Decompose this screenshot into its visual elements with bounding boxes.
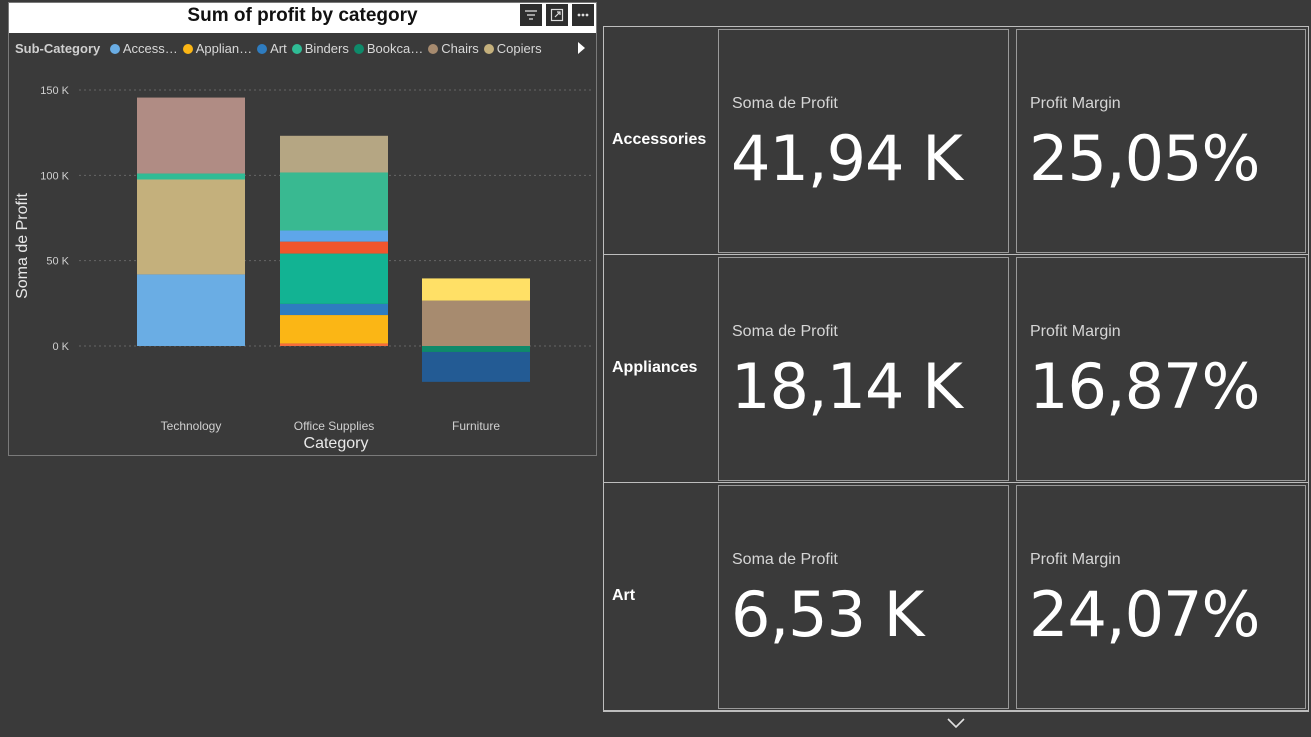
row-label: Appliances — [612, 359, 698, 376]
chart-legend: Sub-Category Access… Applian… Art Binders Bo… — [15, 41, 590, 61]
bar-segment — [137, 97, 245, 174]
x-tick-label: Technology — [161, 419, 222, 433]
y-tick-label: 150 K — [40, 85, 69, 97]
legend-item[interactable]: Chairs — [428, 41, 479, 56]
metric-label: Soma de Profit — [732, 323, 838, 340]
metric-cell-profit: Soma de Profit 18,14 K — [718, 257, 1009, 481]
chevron-down-icon[interactable] — [946, 714, 966, 732]
y-tick-label: 50 K — [46, 256, 69, 268]
legend-item-label: Access… — [122, 41, 178, 56]
metric-label: Soma de Profit — [732, 95, 838, 112]
bar-segment — [280, 241, 388, 254]
bar-segment — [422, 351, 530, 382]
metric-value: 6,53 K — [731, 578, 924, 651]
bar-segment — [422, 346, 530, 352]
legend-dot-icon — [353, 44, 364, 54]
bar-segment — [280, 253, 388, 304]
legend-item-label: Bookca… — [366, 41, 424, 56]
legend-dot-icon — [428, 44, 439, 54]
legend-dot-icon — [483, 44, 494, 54]
profit-chart-visual[interactable]: 150 K 100 K 50 K 0 K Technology Office Suppli… — [8, 2, 597, 456]
legend-item-label: Art — [270, 41, 287, 56]
bar-segment — [422, 300, 530, 346]
legend-item[interactable]: Access… — [109, 41, 178, 56]
legend-item[interactable]: Art — [257, 41, 287, 56]
more-options-icon[interactable] — [572, 4, 594, 26]
bar-segment — [137, 173, 245, 180]
legend-dot-icon — [291, 44, 302, 54]
legend-item-label: Binders — [304, 41, 349, 56]
bar-segment — [137, 179, 245, 275]
legend-next-arrow-icon[interactable] — [576, 40, 586, 56]
metric-cell-margin: Profit Margin 25,05% — [1016, 29, 1306, 253]
focus-mode-icon[interactable] — [546, 4, 568, 26]
metric-cell-margin: Profit Margin 16,87% — [1016, 257, 1306, 481]
row-label: Art — [612, 587, 636, 604]
metric-label: Soma de Profit — [732, 551, 838, 568]
bar-segment — [280, 315, 388, 344]
bar-segment — [280, 303, 388, 316]
metric-cell-margin: Profit Margin 24,07% — [1016, 485, 1306, 709]
card-row: Art Soma de Profit 6,53 K Profit Margin 24,0… — [604, 483, 1308, 711]
x-tick-label: Office Supplies — [294, 419, 375, 433]
x-tick-label: Furniture — [452, 419, 500, 433]
legend-item-label: Chairs — [441, 41, 479, 56]
bar-segment — [280, 230, 388, 242]
legend-dot-icon — [257, 44, 268, 54]
bar-segment — [422, 278, 530, 301]
metric-cell-profit: Soma de Profit 41,94 K — [718, 29, 1009, 253]
y-tick-label: 0 K — [52, 341, 69, 353]
bar-segment — [280, 172, 388, 231]
row-label: Accessories — [612, 131, 707, 148]
x-axis-title: Category — [304, 435, 369, 452]
metric-value: 16,87% — [1029, 350, 1260, 423]
chart-title: Sum of profit by category — [187, 5, 418, 26]
legend-item-label: Applian… — [195, 41, 253, 56]
stacked-bar-chart: 150 K 100 K 50 K 0 K Technology Office Suppli… — [14, 85, 591, 452]
metric-cell-profit: Soma de Profit 6,53 K — [718, 485, 1009, 709]
legend-item[interactable]: Applian… — [182, 41, 253, 56]
metric-value: 18,14 K — [731, 350, 963, 423]
metric-value: 41,94 K — [731, 122, 963, 195]
legend-dot-icon — [109, 44, 120, 54]
metric-label: Profit Margin — [1030, 323, 1121, 340]
legend-item-label: Copiers — [496, 41, 542, 56]
multi-row-card: Accessories Soma de Profit 41,94 K Profit M… — [603, 26, 1309, 712]
bar-segment — [137, 274, 245, 346]
chart-title-bar: Sum of profit by category — [9, 3, 596, 33]
bar-segment — [280, 135, 388, 173]
filter-icon[interactable] — [520, 4, 542, 26]
y-axis-title: Soma de Profit — [14, 193, 31, 299]
legend-item[interactable]: Copiers — [483, 41, 542, 56]
metric-label: Profit Margin — [1030, 551, 1121, 568]
legend-title: Sub-Category — [15, 41, 101, 56]
metric-value: 24,07% — [1029, 578, 1260, 651]
metric-label: Profit Margin — [1030, 95, 1121, 112]
card-row: Accessories Soma de Profit 41,94 K Profit M… — [604, 27, 1308, 255]
legend-item[interactable]: Bookca… — [353, 41, 424, 56]
y-tick-label: 100 K — [40, 170, 69, 182]
card-row: Appliances Soma de Profit 18,14 K Profit Ma… — [604, 255, 1308, 483]
metric-value: 25,05% — [1029, 122, 1260, 195]
legend-dot-icon — [182, 44, 193, 54]
bar-segment — [280, 343, 388, 346]
legend-item[interactable]: Binders — [291, 41, 349, 56]
